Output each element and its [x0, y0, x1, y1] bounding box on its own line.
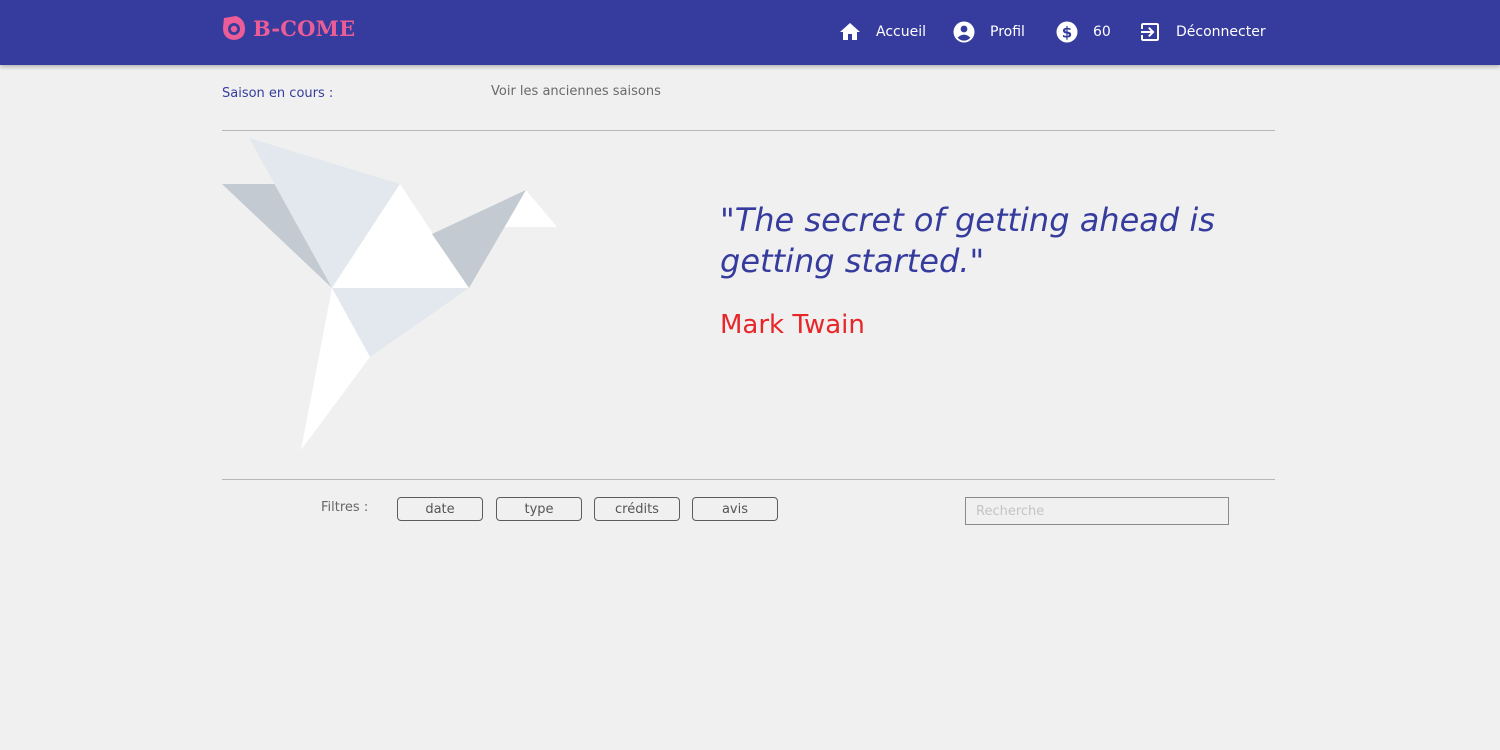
nav-profile[interactable]: Profil: [952, 18, 1025, 46]
nav-logout-label: Déconnecter: [1176, 24, 1266, 40]
filter-type-button[interactable]: type: [496, 497, 582, 521]
dollar-coin-icon: $: [1055, 20, 1079, 44]
account-circle-icon: [952, 20, 976, 44]
bottom-divider: [222, 479, 1275, 480]
credits-count: 60: [1093, 24, 1111, 40]
filter-avis-button[interactable]: avis: [692, 497, 778, 521]
brand-name: B-COME: [253, 15, 356, 41]
nav-credits[interactable]: $ 60: [1055, 18, 1111, 46]
top-divider: [222, 130, 1275, 131]
home-icon: [838, 20, 862, 44]
nav-home[interactable]: Accueil: [838, 18, 926, 46]
filter-date-button[interactable]: date: [397, 497, 483, 521]
quote-text: "The secret of getting ahead is getting …: [720, 201, 1215, 280]
nav-logout[interactable]: Déconnecter: [1138, 18, 1266, 46]
nav-profile-label: Profil: [990, 24, 1025, 40]
quote-author: Mark Twain: [720, 310, 865, 340]
origami-bird-illustration: [222, 138, 558, 452]
logout-icon: [1138, 20, 1162, 44]
filter-credits-button[interactable]: crédits: [594, 497, 680, 521]
filters-label: Filtres :: [321, 500, 369, 515]
old-seasons-link[interactable]: Voir les anciennes saisons: [491, 84, 661, 99]
nav-home-label: Accueil: [876, 24, 926, 40]
current-season-label: Saison en cours :: [222, 86, 334, 101]
b-come-logo-icon: [222, 15, 246, 41]
brand-logo[interactable]: B-COME: [222, 14, 355, 42]
search-input[interactable]: [965, 497, 1229, 525]
svg-text:$: $: [1062, 24, 1072, 42]
top-navigation-bar: B-COME Accueil Profil $ 60 Déconnecter: [0, 0, 1500, 65]
